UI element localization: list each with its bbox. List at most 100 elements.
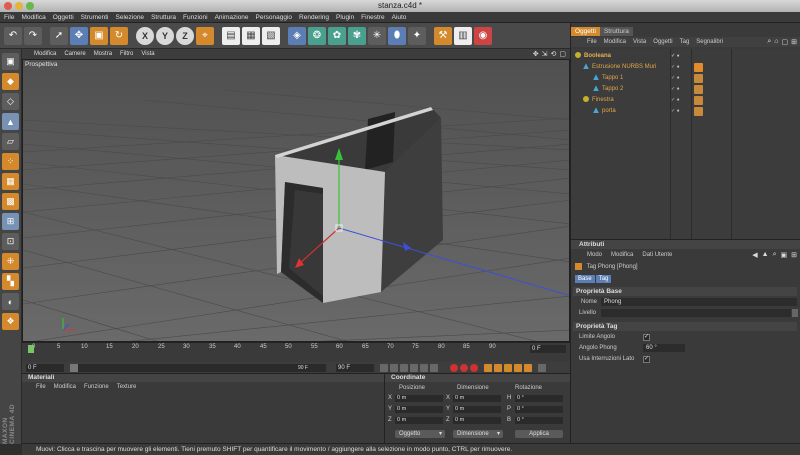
layout-icon[interactable]: ▥ <box>454 26 472 45</box>
selection-tag-icon[interactable] <box>694 74 703 83</box>
list-item[interactable]: Estrusione NURBS Muri ✓ ● <box>571 62 800 73</box>
size-mode-select[interactable]: Dimensione ▾ <box>453 430 503 438</box>
spline-icon[interactable]: ✿ <box>328 26 346 45</box>
attributes-menu-mode[interactable]: Modo <box>587 252 602 258</box>
nurbs-icon[interactable]: ❂ <box>308 26 326 45</box>
z-axis-lock-icon[interactable]: Z <box>176 26 194 45</box>
record-key-icon[interactable] <box>450 364 458 372</box>
scene-object-icon[interactable]: ⬮ <box>388 26 406 45</box>
section-base-properties[interactable]: Proprietà Base <box>573 287 797 296</box>
size-y-field[interactable]: 0 m <box>453 406 501 413</box>
timeline-settings-icon[interactable] <box>538 364 546 372</box>
minimize-window-button[interactable] <box>15 2 23 10</box>
rot-p-field[interactable]: 0 ° <box>515 406 563 413</box>
rot-b-field[interactable]: 0 ° <box>515 417 563 424</box>
model-mode-icon[interactable]: ◆ <box>2 73 19 90</box>
tab-objects[interactable]: Oggetti <box>571 27 600 36</box>
menu-objects[interactable]: Oggetti <box>53 14 74 21</box>
materials-menu-texture[interactable]: Texture <box>117 384 137 390</box>
menu-file[interactable]: File <box>4 14 14 21</box>
make-editable-icon[interactable]: ▣ <box>2 53 19 70</box>
list-item[interactable]: Tappo 1 ✓ ● <box>571 73 800 84</box>
coordinate-system-icon[interactable]: ⌖ <box>196 26 214 45</box>
record-icon[interactable]: ◉ <box>474 26 492 45</box>
object-mode-icon[interactable]: ◇ <box>2 93 19 110</box>
workplane-icon[interactable]: ▱ <box>2 133 19 150</box>
tab-structure[interactable]: Struttura <box>599 27 633 36</box>
redo-icon[interactable]: ↷ <box>24 26 42 45</box>
materials-menu-file[interactable]: File <box>36 384 46 390</box>
list-item[interactable]: porta ✓ ● <box>571 106 800 117</box>
phong-tag-icon[interactable] <box>694 63 703 72</box>
previous-key-icon[interactable] <box>390 364 398 372</box>
go-to-end-icon[interactable] <box>430 364 438 372</box>
use-edge-breaks-checkbox[interactable]: ✓ <box>643 356 650 363</box>
start-frame-field[interactable]: 0 F <box>26 364 64 372</box>
phong-angle-field[interactable]: 60 ° <box>643 344 685 352</box>
go-to-start-icon[interactable] <box>380 364 388 372</box>
move-icon[interactable]: ✥ <box>70 26 88 45</box>
apply-button[interactable]: Applica <box>515 430 563 438</box>
play-forward-icon[interactable] <box>410 364 418 372</box>
zoom-view-icon[interactable]: ⇲ <box>542 50 548 58</box>
sculpt-icon[interactable]: ❖ <box>2 313 19 330</box>
end-frame-field[interactable]: 90 F <box>336 364 374 372</box>
materials-menu-edit[interactable]: Modifica <box>54 384 76 390</box>
menu-plugin[interactable]: Plugin <box>336 14 354 21</box>
objects-menu-edit[interactable]: Modifica <box>604 39 626 45</box>
list-item[interactable]: Finestra ✓ ● <box>571 95 800 106</box>
layer-field[interactable] <box>601 309 791 317</box>
maximize-view-icon[interactable]: ▢ <box>559 50 566 58</box>
render-settings-icon[interactable]: ▧ <box>262 26 280 45</box>
autokey-icon[interactable] <box>460 364 468 372</box>
rotation-key-icon[interactable] <box>504 364 512 372</box>
render-picture-viewer-icon[interactable]: ▦ <box>242 26 260 45</box>
search-icon[interactable]: ⌕ <box>767 38 771 46</box>
snap-icon[interactable]: ⚒ <box>434 26 452 45</box>
timeline[interactable]: 0 5 10 15 20 25 30 35 40 45 50 55 60 65 … <box>22 342 570 362</box>
light-icon[interactable]: ✦ <box>408 26 426 45</box>
objects-menu-tag[interactable]: Tag <box>680 39 690 45</box>
render-view-icon[interactable]: ▤ <box>222 26 240 45</box>
edges-mode-icon[interactable]: ▦ <box>2 173 19 190</box>
polygons-mode-icon[interactable]: ▩ <box>2 193 19 210</box>
menu-structure[interactable]: Struttura <box>151 14 176 21</box>
next-key-icon[interactable] <box>420 364 428 372</box>
keyframe-selection-icon[interactable] <box>470 364 478 372</box>
texture-mode-icon[interactable]: ▲ <box>2 113 19 130</box>
close-window-button[interactable] <box>4 2 12 10</box>
rotate-view-icon[interactable]: ⟲ <box>551 50 557 58</box>
menu-tools[interactable]: Strumenti <box>81 14 109 21</box>
scale-key-icon[interactable] <box>494 364 502 372</box>
viewport-menu-display[interactable]: Mostra <box>94 51 112 57</box>
snap-settings-icon[interactable]: ⁜ <box>2 253 19 270</box>
y-axis-lock-icon[interactable]: Y <box>156 26 174 45</box>
layer-arrow-icon[interactable] <box>792 309 798 317</box>
undo-icon[interactable]: ↶ <box>4 26 22 45</box>
cursor-icon[interactable]: ➚ <box>50 26 68 45</box>
objects-menu-objects[interactable]: Oggetti <box>653 39 672 45</box>
pos-y-field[interactable]: 0 m <box>395 406 443 413</box>
object-manager-list[interactable]: Booleana ✓ ● Estrusione NURBS Muri ✓ ● T… <box>571 49 800 239</box>
playhead[interactable] <box>28 345 34 353</box>
new-view-icon[interactable]: ▢ <box>782 38 789 46</box>
limit-angle-checkbox[interactable]: ✓ <box>643 334 650 341</box>
viewport-menu-filter[interactable]: Filtro <box>120 51 133 57</box>
tab-base[interactable]: Base <box>575 275 595 283</box>
up-arrow-icon[interactable]: ▲ <box>762 251 769 259</box>
tag-icon[interactable] <box>694 96 703 105</box>
timeline-ruler[interactable]: 0 5 10 15 20 25 30 35 40 45 50 55 60 65 … <box>26 344 526 353</box>
list-item[interactable]: Booleana ✓ ● <box>571 51 800 62</box>
coordinate-mode-select[interactable]: Oggetto ▾ <box>395 430 445 438</box>
pan-view-icon[interactable]: ✥ <box>533 50 539 58</box>
3d-viewport[interactable]: Prospettiva <box>22 59 570 342</box>
new-panel-icon[interactable]: ⊞ <box>791 251 797 259</box>
viewport-menu-cameras[interactable]: Camere <box>64 51 85 57</box>
position-key-icon[interactable] <box>484 364 492 372</box>
tag-icon[interactable] <box>694 107 703 116</box>
viewport-menu-view[interactable]: Vista <box>141 51 154 57</box>
menu-help[interactable]: Aiuto <box>392 14 407 21</box>
home-icon[interactable]: ⌂ <box>774 38 778 46</box>
tab-tag[interactable]: Tag <box>595 275 612 283</box>
lock-view-icon[interactable]: ⊞ <box>791 38 797 46</box>
